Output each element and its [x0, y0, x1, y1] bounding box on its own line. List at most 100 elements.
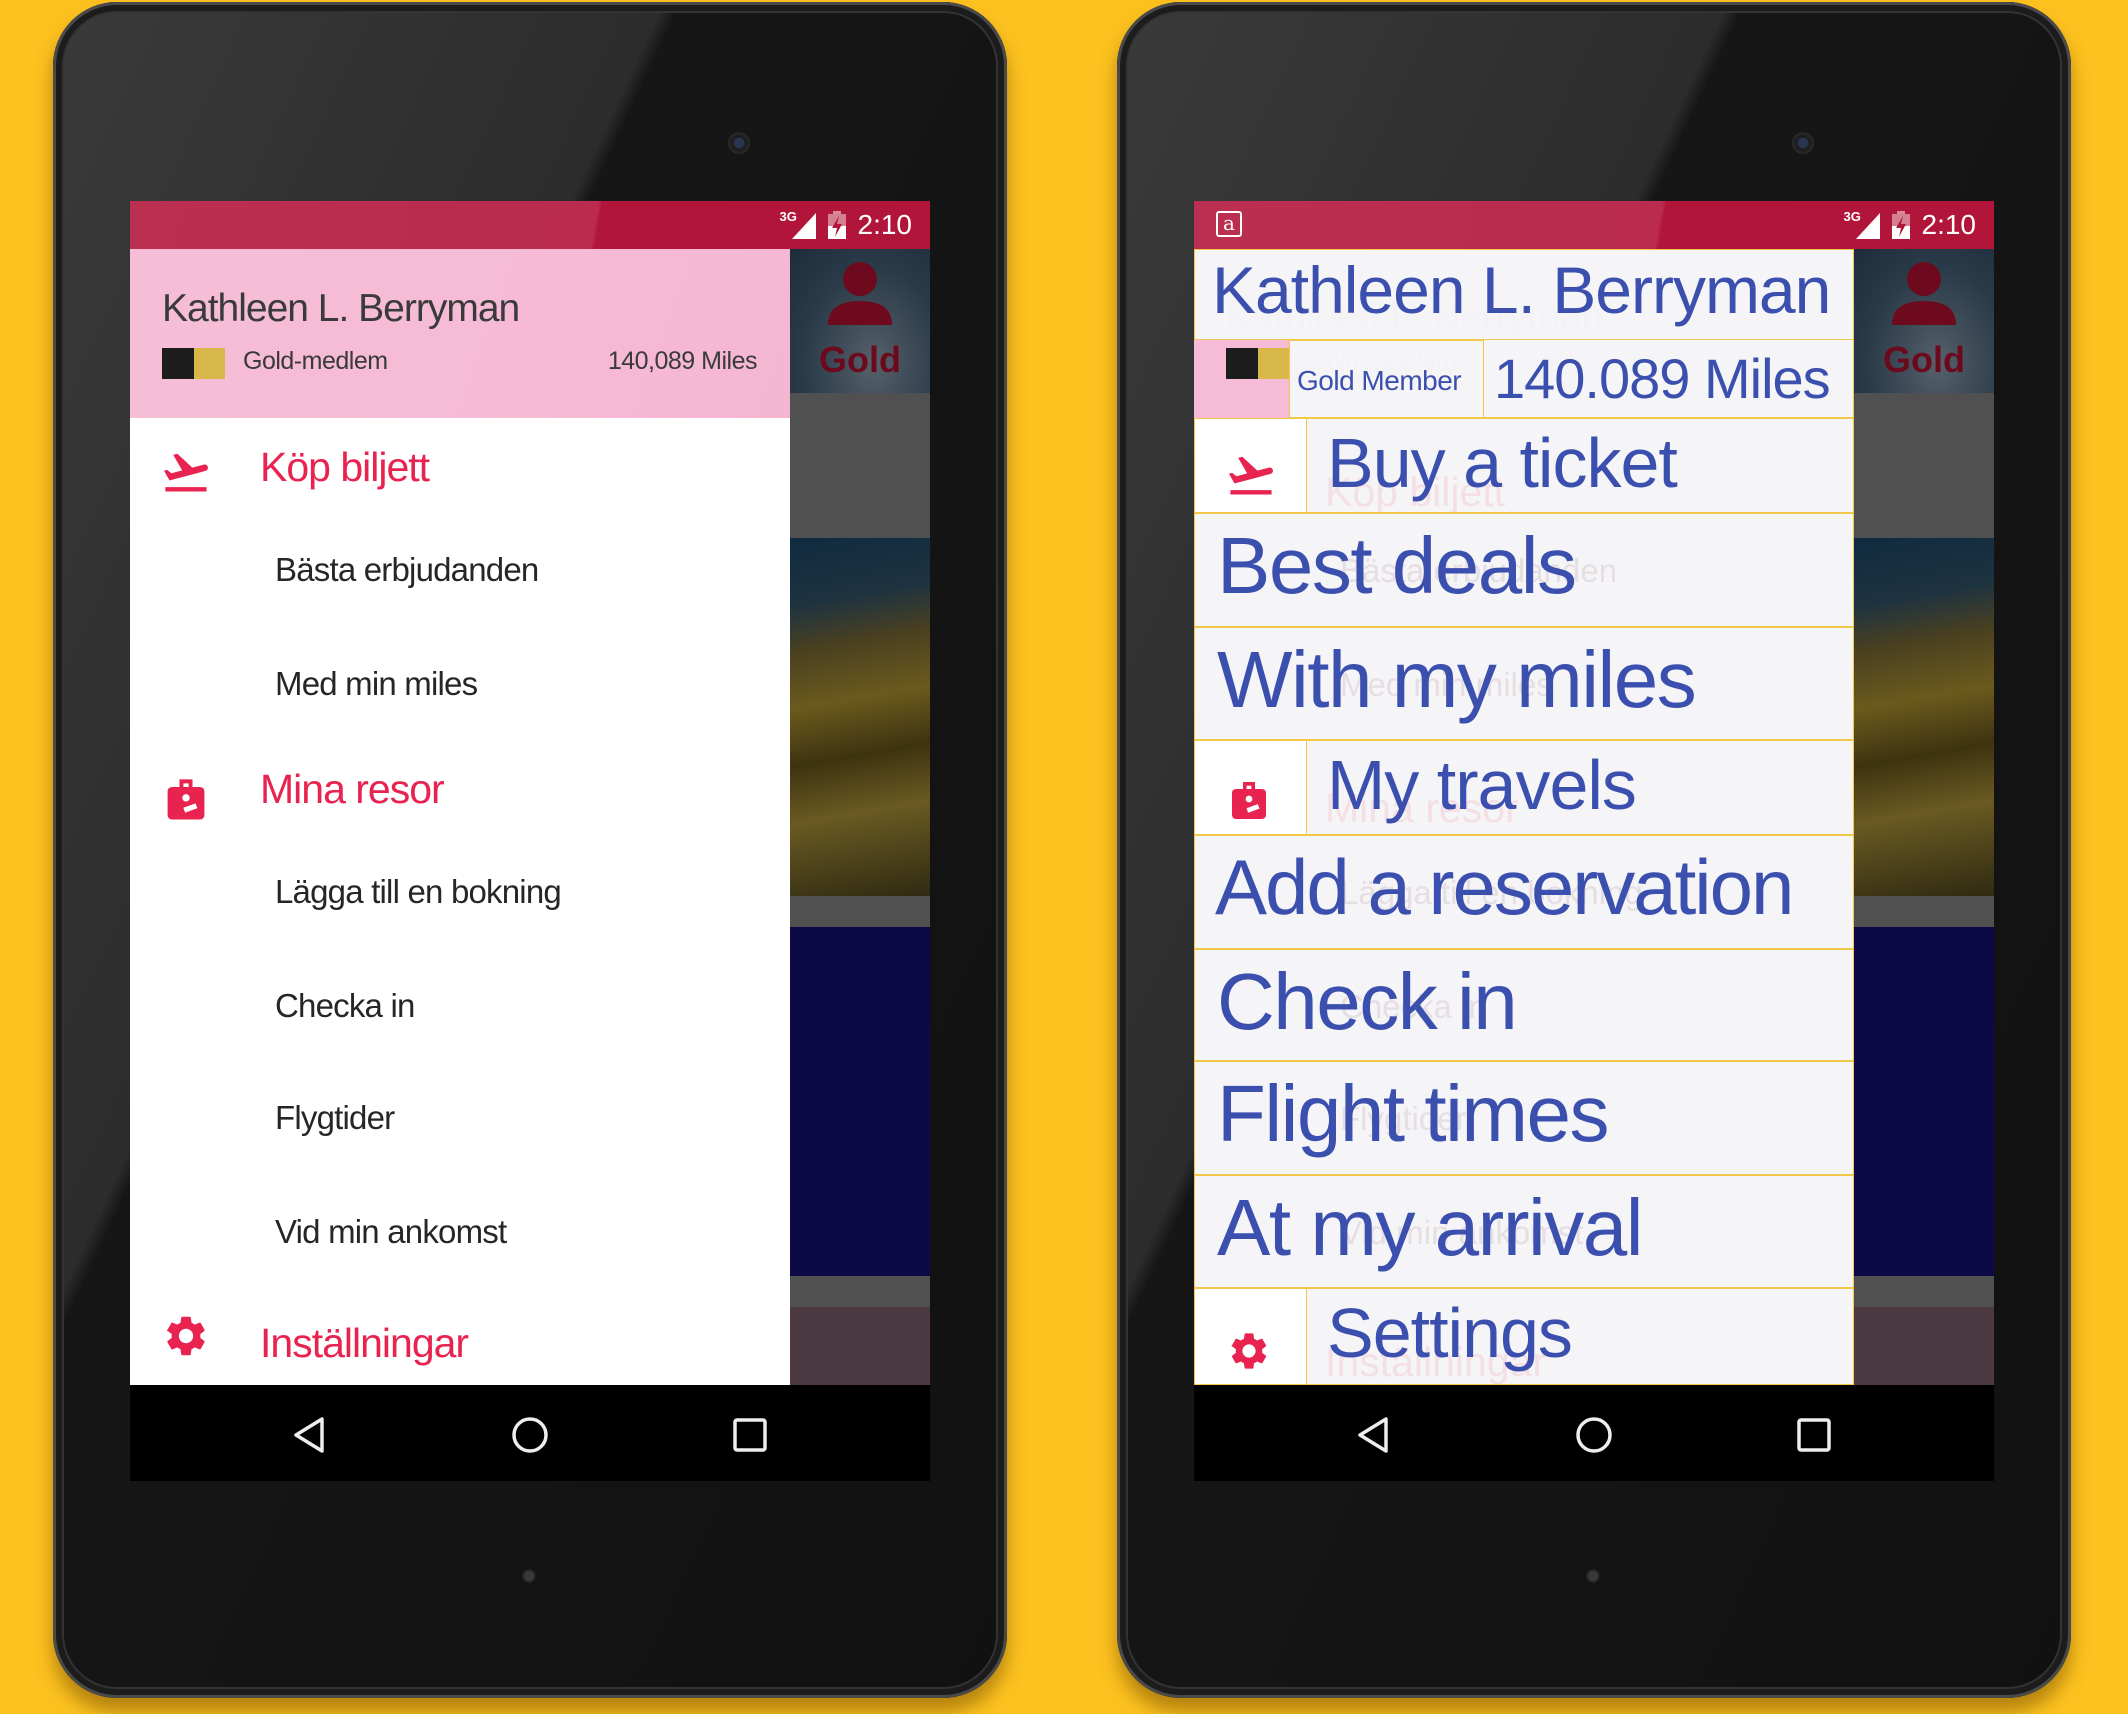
menu-item-at-arrival[interactable]: Vid min ankomst: [130, 1175, 790, 1288]
tablet-device-swedish: 3G 2:10 Gold Kathleen L. Berryman Gold-m…: [53, 2, 1007, 1698]
status-bar: 3G 2:10: [130, 201, 930, 249]
menu-item-label: Bästa erbjudanden: [275, 551, 539, 588]
person-icon: [828, 262, 892, 325]
member-tier-box[interactable]: Gold Member: [1289, 340, 1484, 418]
background-divider: [790, 896, 930, 927]
background-card: [790, 927, 930, 1276]
luggage-icon: [1232, 782, 1266, 819]
menu-section-label: My travels: [1327, 746, 1637, 824]
navigation-drawer-annotated: Kathleen L. Berryman Gold-medlem Kathlee…: [1194, 249, 1854, 1385]
menu-section-my-travels[interactable]: Mina resor: [130, 740, 790, 835]
miles-balance: 140.089 Miles: [1494, 347, 1831, 410]
menu-section-label: Buy a ticket: [1327, 424, 1678, 502]
tier-badge-label: Gold: [819, 339, 901, 380]
plane-takeoff-icon: [1228, 456, 1273, 495]
tier-card-icon: [162, 348, 225, 379]
person-icon: [1892, 262, 1956, 325]
home-icon[interactable]: [510, 1415, 550, 1455]
menu-item-label: Add a reservation: [1215, 843, 1794, 931]
back-icon[interactable]: [290, 1415, 330, 1455]
menu-item-at-arrival[interactable]: Vid min ankomst At my arrival: [1194, 1175, 1854, 1288]
menu-item-label: Lägga till en bokning: [275, 873, 562, 910]
menu-item-label: Flight times: [1217, 1069, 1609, 1158]
miles-balance: 140,089 Miles: [607, 347, 758, 375]
app-content: Gold Kathleen L. Berryman Gold-medlem Ka…: [1194, 249, 1994, 1385]
screen: a 3G 2:10 Gold Kathleen L. Berryman Gold…: [1194, 201, 1994, 1481]
background-divider: [790, 1276, 930, 1307]
front-camera: [1792, 132, 1814, 154]
tablet-device-english: a 3G 2:10 Gold Kathleen L. Berryman Gold…: [1117, 2, 2071, 1698]
battery-charging-icon: [1891, 211, 1910, 239]
menu-item-check-in[interactable]: Checka in Check in: [1194, 949, 1854, 1061]
menu-section-label: Mina resor: [260, 766, 445, 812]
background-card: [1854, 1307, 1994, 1385]
menu-section-label: Inställningar: [260, 1320, 469, 1366]
menu-section-label: Köp biljett: [260, 444, 430, 490]
background-card: [790, 1307, 930, 1385]
background-card: [1854, 393, 1994, 538]
menu-item-with-miles[interactable]: Med min miles With my miles: [1194, 627, 1854, 740]
menu-item-with-miles[interactable]: Med min miles: [130, 627, 790, 740]
app-content: Gold Kathleen L. Berryman Gold-medlem 14…: [130, 249, 930, 1385]
gear-icon: [1231, 1333, 1267, 1369]
menu-item-flight-times[interactable]: Flygtider: [130, 1061, 790, 1175]
menu-section-buy-ticket[interactable]: Köp biljett: [130, 418, 790, 513]
tier-badge-label: Gold: [1883, 339, 1965, 380]
menu-item-label: Best deals: [1217, 521, 1577, 610]
luggage-icon: [167, 779, 205, 820]
menu-item-label: Check in: [1217, 957, 1518, 1046]
menu-item-add-reservation[interactable]: Lägga till en bokning Add a reservation: [1194, 835, 1854, 949]
recents-icon[interactable]: [730, 1415, 770, 1455]
background-card: [1854, 927, 1994, 1276]
signal-3g-icon: 3G: [1844, 209, 1880, 241]
icon-cell: [1194, 418, 1306, 513]
menu-item-label: Vid min ankomst: [275, 1213, 507, 1250]
gear-icon: [166, 1316, 205, 1356]
menu-item-best-deals[interactable]: Bästa erbjudanden: [130, 513, 790, 627]
status-bar: a 3G 2:10: [1194, 201, 1994, 249]
menu-section-label: Settings: [1327, 1294, 1573, 1372]
plane-takeoff-icon: [163, 453, 208, 492]
tier-card-icon: [1226, 348, 1289, 379]
menu-item-label: At my arrival: [1217, 1183, 1644, 1272]
signal-3g-icon: 3G: [780, 209, 816, 241]
member-tier: Gold-medlem: [243, 347, 388, 375]
menu-item-label: Med min miles: [275, 665, 478, 702]
navigation-bar: [1194, 1385, 1994, 1481]
clock: 2:10: [857, 209, 913, 240]
recents-icon[interactable]: [1794, 1415, 1834, 1455]
drawer-header[interactable]: Kathleen L. Berryman Gold-medlem 140,089…: [130, 249, 790, 418]
menu-item-label: With my miles: [1217, 635, 1697, 724]
home-icon[interactable]: [1574, 1415, 1614, 1455]
menu-item-flight-times[interactable]: Flygtider Flight times: [1194, 1061, 1854, 1175]
member-tier: Gold Member: [1297, 365, 1462, 396]
menu-section-settings[interactable]: Inställningar: [130, 1288, 790, 1385]
navigation-drawer: Kathleen L. Berryman Gold-medlem 140,089…: [130, 249, 790, 1385]
front-camera: [728, 132, 750, 154]
icon-cell: [1194, 1288, 1306, 1385]
miles-balance-box[interactable]: 140.089 Miles: [1483, 339, 1854, 418]
menu-section-settings[interactable]: Inställningar Settings: [1306, 1288, 1854, 1385]
icon-cell: [1194, 740, 1306, 835]
background-card: [790, 393, 930, 538]
menu-item-label: Flygtider: [275, 1099, 395, 1136]
app-notification-icon: a: [1216, 211, 1242, 237]
landscape-image: [790, 538, 930, 896]
sensor-dot: [523, 1570, 535, 1582]
battery-charging-icon: [827, 211, 846, 239]
screen: 3G 2:10 Gold Kathleen L. Berryman Gold-m…: [130, 201, 930, 1481]
navigation-bar: [130, 1385, 930, 1481]
sensor-dot: [1587, 1570, 1599, 1582]
menu-item-label: Checka in: [275, 987, 415, 1024]
menu-item-best-deals[interactable]: Bästa erbjudanden Best deals: [1194, 513, 1854, 627]
menu-section-my-travels[interactable]: Mina resor My travels: [1306, 740, 1854, 835]
background-divider: [1854, 896, 1994, 927]
menu-section-buy-ticket[interactable]: Köp biljett Buy a ticket: [1306, 418, 1854, 513]
clock: 2:10: [1921, 209, 1977, 240]
user-name: Kathleen L. Berryman: [162, 287, 520, 330]
back-icon[interactable]: [1354, 1415, 1394, 1455]
menu-item-add-reservation[interactable]: Lägga till en bokning: [130, 835, 790, 949]
user-name-box[interactable]: Kathleen L. Berryman: [1194, 249, 1854, 340]
menu-item-check-in[interactable]: Checka in: [130, 949, 790, 1061]
landscape-image: [1854, 538, 1994, 896]
